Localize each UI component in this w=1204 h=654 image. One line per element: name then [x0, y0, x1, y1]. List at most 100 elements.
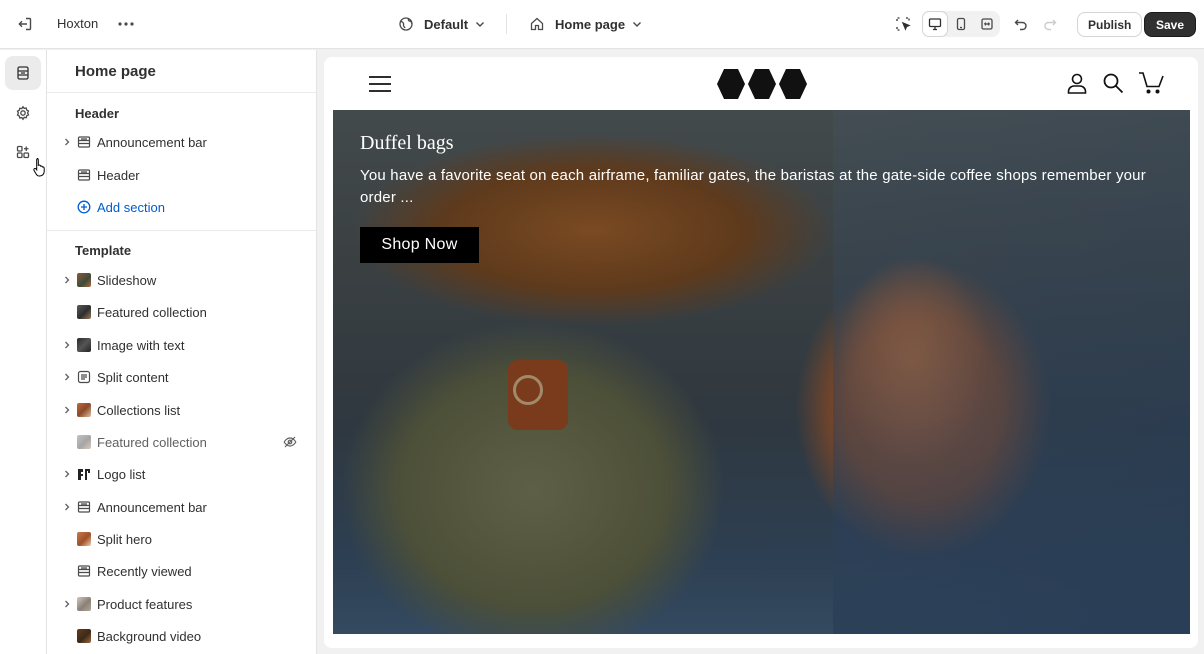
- image-thumbnail-icon: [77, 629, 91, 643]
- mobile-icon: [956, 17, 966, 31]
- theme-settings-nav-button[interactable]: [5, 96, 41, 130]
- shop-now-button[interactable]: Shop Now: [360, 227, 479, 263]
- section-item-product-features[interactable]: Product features: [47, 589, 317, 619]
- panel-scrollbar[interactable]: [318, 50, 323, 654]
- image-thumbnail-icon: [77, 305, 91, 319]
- template-group-title: Template: [75, 243, 132, 258]
- theme-label: Default: [424, 16, 469, 32]
- cursor-select-icon: [896, 17, 911, 31]
- desktop-icon: [928, 18, 942, 31]
- chevron-right-icon[interactable]: [62, 372, 72, 382]
- gear-icon: [16, 105, 30, 121]
- chevron-right-icon[interactable]: [62, 599, 72, 609]
- sections-icon: [17, 66, 29, 80]
- desktop-view-button[interactable]: [922, 11, 948, 37]
- section-item-featured-collection[interactable]: Featured collection: [47, 297, 317, 327]
- search-icon[interactable]: [1102, 72, 1124, 94]
- hero-text: You have a favorite seat on each airfram…: [360, 167, 1146, 206]
- theme-selector[interactable]: Default: [398, 14, 486, 34]
- store-logo[interactable]: [716, 67, 808, 101]
- add-section-label: Add section: [97, 200, 165, 215]
- hero-title: Duffel bags: [360, 132, 454, 154]
- section-item-label: Header: [97, 168, 140, 183]
- section-item-collections-list[interactable]: Collections list: [47, 395, 317, 425]
- section-item-image-with-text[interactable]: Image with text: [47, 330, 317, 360]
- undo-button[interactable]: [1011, 14, 1031, 34]
- top-bar: Hoxton Default Home page Publish Save: [0, 0, 1204, 49]
- section-item-slideshow[interactable]: Slideshow: [47, 265, 317, 295]
- section-item-split-content[interactable]: Split content: [47, 362, 317, 392]
- chevron-right-icon[interactable]: [62, 405, 72, 415]
- divider: [506, 14, 507, 34]
- section-icon: [77, 501, 91, 513]
- undo-icon: [1014, 19, 1027, 31]
- chevron-down-icon: [633, 22, 642, 27]
- chevron-right-icon[interactable]: [62, 275, 72, 285]
- save-button[interactable]: Save: [1144, 12, 1197, 37]
- section-icon: [77, 565, 91, 577]
- section-item-label: Featured collection: [97, 435, 207, 450]
- section-item-label: Split hero: [97, 532, 152, 547]
- section-item-label: Split content: [97, 370, 169, 385]
- inspector-button[interactable]: [893, 14, 913, 34]
- home-icon: [530, 17, 544, 31]
- apps-icon: [16, 145, 30, 159]
- store-name[interactable]: Hoxton: [57, 16, 98, 31]
- eye-hidden-icon[interactable]: [283, 435, 297, 449]
- mobile-view-button[interactable]: [948, 11, 974, 37]
- section-item-announcement-bar[interactable]: Announcement bar: [47, 127, 317, 157]
- account-icon[interactable]: [1066, 72, 1088, 94]
- menu-icon[interactable]: [369, 76, 391, 92]
- chevron-right-icon[interactable]: [62, 137, 72, 147]
- image-thumbnail-icon: [77, 435, 91, 449]
- publish-button[interactable]: Publish: [1077, 12, 1143, 37]
- section-item-logo-list[interactable]: Logo list: [47, 459, 317, 489]
- divider: [47, 92, 317, 93]
- slideshow-hero[interactable]: Duffel bags You have a favorite seat on …: [333, 110, 1190, 634]
- cart-icon[interactable]: [1138, 72, 1164, 94]
- more-horizontal-icon: [118, 22, 134, 26]
- chevron-right-icon[interactable]: [62, 469, 72, 479]
- left-rail: [0, 50, 47, 654]
- redo-button[interactable]: [1040, 14, 1060, 34]
- add-section-button[interactable]: Add section: [47, 192, 317, 222]
- section-item-header[interactable]: Header: [47, 160, 317, 190]
- more-actions-button[interactable]: [116, 14, 136, 34]
- logo-thumbnail-icon: [78, 469, 90, 480]
- image-thumbnail-icon: [77, 273, 91, 287]
- section-item-split-hero[interactable]: Split hero: [47, 524, 317, 554]
- section-item-background-video[interactable]: Background video: [47, 621, 317, 651]
- viewport-toggle: [922, 11, 1000, 37]
- header-actions: [1066, 72, 1164, 94]
- image-thumbnail-icon: [77, 532, 91, 546]
- preview-canvas[interactable]: Duffel bags You have a favorite seat on …: [324, 57, 1198, 648]
- section-item-label: Collections list: [97, 403, 181, 418]
- section-icon: [77, 169, 91, 181]
- section-item-label: Featured collection: [97, 305, 207, 320]
- fullscreen-view-button[interactable]: [974, 11, 1000, 37]
- globe-icon: [399, 17, 413, 31]
- section-item-featured-collection-hidden[interactable]: Featured collection: [47, 427, 317, 457]
- plus-circle-icon: [77, 200, 91, 214]
- section-item-label: Logo list: [97, 467, 146, 482]
- full-width-icon: [981, 18, 993, 30]
- section-item-recently-viewed[interactable]: Recently viewed: [47, 556, 317, 586]
- image-thumbnail-icon: [77, 403, 91, 417]
- chevron-down-icon: [476, 22, 485, 27]
- exit-icon: [18, 17, 32, 31]
- section-icon: [77, 136, 91, 148]
- sections-nav-button[interactable]: [5, 56, 41, 90]
- hero-background-image: [513, 375, 543, 405]
- section-item-label: Product features: [97, 597, 193, 612]
- exit-button[interactable]: [14, 13, 36, 35]
- image-thumbnail-icon: [77, 338, 91, 352]
- chevron-right-icon[interactable]: [62, 502, 72, 512]
- text-block-icon: [77, 370, 91, 384]
- page-label: Home page: [555, 16, 626, 32]
- divider: [47, 230, 317, 231]
- chevron-right-icon[interactable]: [62, 340, 72, 350]
- section-item-announcement-bar-2[interactable]: Announcement bar: [47, 492, 317, 522]
- hand-pointer-icon: [33, 158, 45, 177]
- header-group-title: Header: [75, 106, 120, 121]
- page-selector[interactable]: Home page: [529, 14, 643, 34]
